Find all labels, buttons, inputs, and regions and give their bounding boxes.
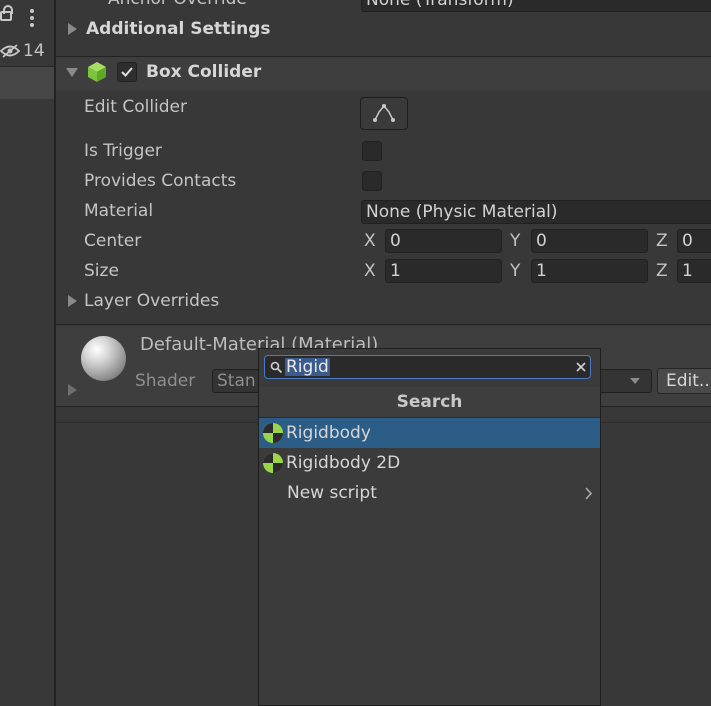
- size-x-field[interactable]: 1: [385, 259, 502, 283]
- left-selected-row[interactable]: [0, 67, 54, 99]
- left-toolbar: [0, 0, 54, 36]
- edit-shader-button[interactable]: Edit...: [657, 368, 711, 394]
- list-item-label: Rigidbody 2D: [286, 453, 401, 473]
- list-item-new-script[interactable]: New script: [259, 478, 600, 508]
- size-x-label[interactable]: X: [364, 261, 376, 281]
- checkmark-icon: [121, 67, 133, 77]
- search-icon: [270, 361, 283, 374]
- edit-collider-button[interactable]: [360, 97, 408, 130]
- size-label: Size: [84, 261, 119, 281]
- material-preview-sphere: [81, 336, 126, 381]
- visibility-row: 14: [0, 36, 54, 67]
- additional-settings-label[interactable]: Additional Settings: [86, 19, 271, 39]
- center-x-field[interactable]: 0: [385, 229, 502, 253]
- size-y-label[interactable]: Y: [510, 261, 520, 281]
- box-collider-icon: [88, 62, 106, 82]
- hidden-eye-icon[interactable]: [0, 44, 20, 58]
- size-z-field[interactable]: 1: [677, 259, 711, 283]
- box-collider-foldout-icon[interactable]: [66, 68, 78, 77]
- box-collider-enabled-checkbox[interactable]: [117, 62, 137, 82]
- provides-contacts-label: Provides Contacts: [84, 171, 237, 191]
- rigidbody-icon: [263, 423, 283, 443]
- is-trigger-checkbox[interactable]: [362, 141, 382, 161]
- center-z-label[interactable]: Z: [656, 231, 668, 251]
- divider: [56, 324, 711, 325]
- is-trigger-label: Is Trigger: [84, 141, 162, 161]
- search-input-value[interactable]: Rigid: [285, 358, 330, 376]
- list-item-rigidbody[interactable]: Rigidbody: [259, 418, 600, 448]
- edit-collider-icon: [373, 104, 395, 122]
- lock-icon[interactable]: [0, 5, 13, 21]
- size-y-field[interactable]: 1: [531, 259, 648, 283]
- shader-label: Shader: [135, 371, 196, 391]
- clear-search-icon[interactable]: [575, 361, 587, 373]
- list-item-rigidbody-2d[interactable]: Rigidbody 2D: [259, 448, 600, 478]
- layer-overrides-foldout-icon[interactable]: [68, 295, 77, 307]
- center-label: Center: [84, 231, 142, 251]
- material-field[interactable]: None (Physic Material): [361, 200, 711, 224]
- edit-collider-label: Edit Collider: [84, 97, 188, 117]
- anchor-override-field[interactable]: None (Transform): [361, 0, 711, 12]
- list-item-label: New script: [287, 483, 377, 503]
- popup-header: Search: [259, 387, 600, 418]
- box-collider-title: Box Collider: [146, 62, 262, 82]
- center-y-label[interactable]: Y: [510, 231, 520, 251]
- size-z-label[interactable]: Z: [656, 261, 668, 281]
- hidden-count: 14: [23, 41, 45, 61]
- center-x-label[interactable]: X: [364, 231, 376, 251]
- rigidbody-icon: [263, 453, 283, 473]
- chevron-right-icon: [585, 487, 593, 500]
- provides-contacts-checkbox[interactable]: [362, 171, 382, 191]
- material-foldout-icon[interactable]: [68, 384, 77, 396]
- more-options-icon[interactable]: [30, 9, 34, 30]
- additional-settings-foldout-icon[interactable]: [68, 23, 77, 35]
- material-label: Material: [84, 201, 154, 221]
- layer-overrides-label[interactable]: Layer Overrides: [84, 291, 219, 311]
- list-item-label: Rigidbody: [286, 423, 371, 443]
- chevron-down-icon: [630, 378, 640, 384]
- center-z-field[interactable]: 0: [677, 229, 711, 253]
- hierarchy-strip: [0, 0, 56, 706]
- anchor-override-label: Anchor Override: [108, 0, 247, 9]
- center-y-field[interactable]: 0: [531, 229, 648, 253]
